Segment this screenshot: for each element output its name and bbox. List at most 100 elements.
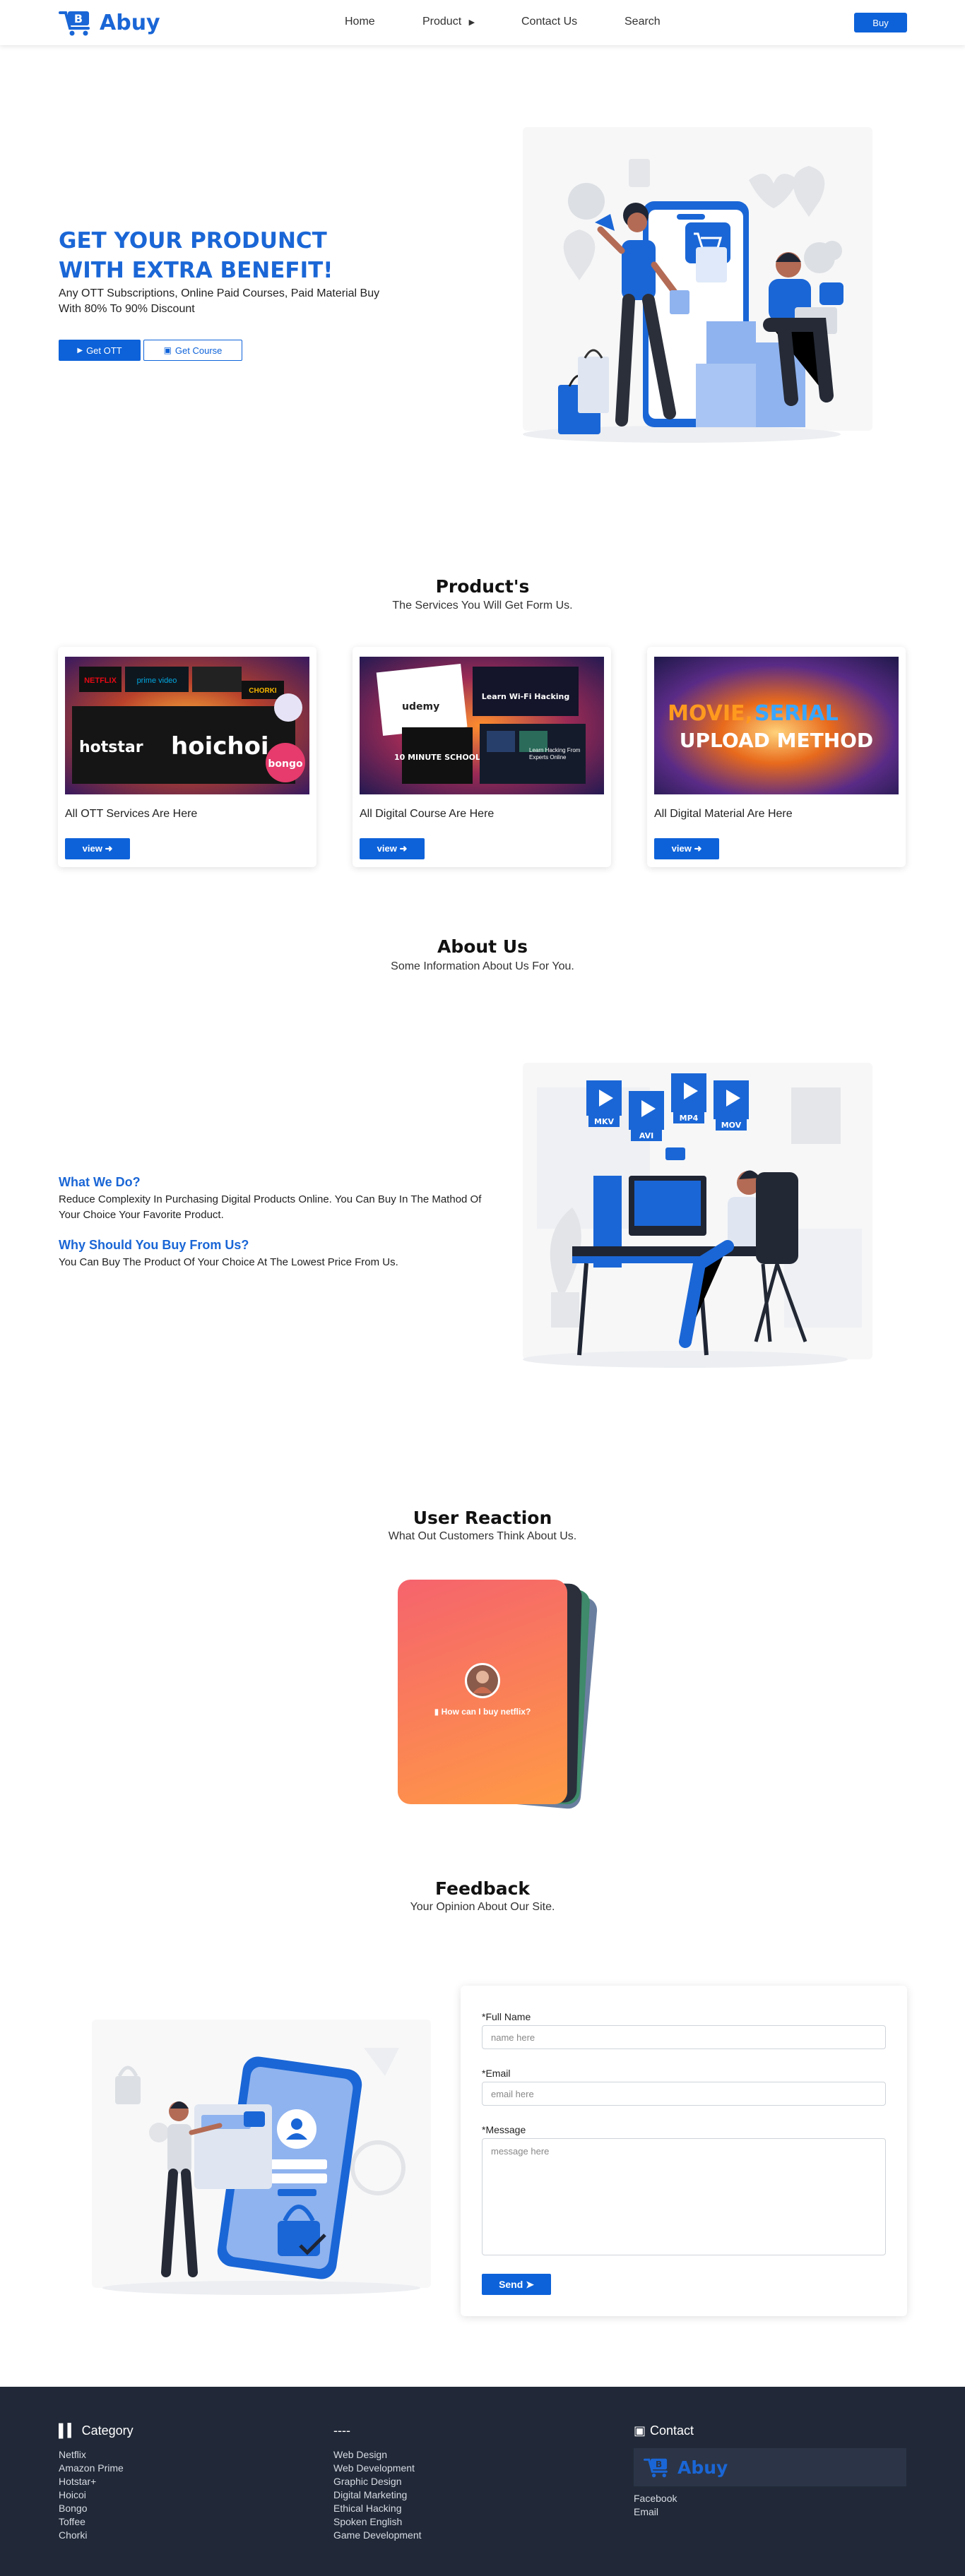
footer-category-title: Category [81,2423,134,2438]
email-input[interactable] [482,2082,886,2106]
cart-logo-icon: B [644,2458,668,2478]
bar-chart-icon: ▌▍ [59,2423,78,2438]
footer-link-ethical-hacking[interactable]: Ethical Hacking [333,2502,422,2515]
nav-product-dropdown[interactable]: Product ▶ [422,16,475,28]
products-subtitle: The Services You Will Get Form Us. [392,600,573,612]
name-label: *Full Name [482,2011,531,2022]
hacking-course-text: Learn Hacking From Experts Online [529,747,581,761]
footer-link-chorki[interactable]: Chorki [59,2529,134,2542]
view-material-label: view [671,843,692,854]
reaction-title: User Reaction [413,1508,552,1528]
arrow-right-icon: ➜ [399,843,408,854]
footer-contact-column: ▣ Contact B Abuy Facebook Email [634,2423,906,2519]
about-question-1: What We Do? [59,1175,141,1189]
footer-link-digital-marketing[interactable]: Digital Marketing [333,2488,422,2502]
chat-icon: ▮ [434,1707,439,1717]
chorki-logo: CHORKI [249,687,277,695]
material-thumbnail: MOVIE, SERIAL UPLOAD METHOD [654,657,899,794]
prime-logo: prime video [137,676,177,685]
footer-link-bongo[interactable]: Bongo [59,2502,134,2515]
hotstar-logo: hotstar [79,739,143,756]
reviewer-avatar [465,1663,500,1698]
get-ott-button[interactable]: ▶ Get OTT [59,340,141,361]
svg-text:B: B [74,12,83,25]
footer-link-amazon-prime[interactable]: Amazon Prime [59,2462,134,2475]
view-material-button[interactable]: view ➜ [654,838,719,859]
footer-link-web-design[interactable]: Web Design [333,2448,422,2462]
footer-contact-title: Contact [650,2423,694,2438]
about-illustration: MKV AVI MP4 MOV [523,1063,872,1368]
nav-home[interactable]: Home [345,16,375,28]
play-icon: ▶ [77,346,83,354]
caret-right-icon: ▶ [468,18,475,27]
footer-link-facebook[interactable]: Facebook [634,2492,906,2505]
nav-search[interactable]: Search [624,16,661,28]
footer: ▌▍ Category Netflix Amazon Prime Hotstar… [0,2387,965,2576]
products-title: Product's [435,576,530,597]
feedback-form: *Full Name *Email *Message Send ➤ [461,1986,907,2316]
tag-avi: AVI [639,1131,653,1140]
footer-link-graphic-design[interactable]: Graphic Design [333,2475,422,2488]
message-textarea[interactable] [482,2138,886,2255]
footer-link-game-development[interactable]: Game Development [333,2529,422,2542]
email-label: *Email [482,2068,511,2079]
card-material-text: All Digital Material Are Here [654,808,793,820]
footer-link-toffee[interactable]: Toffee [59,2515,134,2529]
brand-logo[interactable]: B Abuy [59,8,160,37]
footer-link-email[interactable]: Email [634,2505,906,2519]
card-course-text: All Digital Course Are Here [360,808,495,820]
card-ott-text: All OTT Services Are Here [65,808,198,820]
contact-card-icon: ▣ [634,2423,646,2438]
feedback-subtitle: Your Opinion About Our Site. [410,1901,555,1913]
tag-mp4: MP4 [680,1114,699,1123]
cart-logo-icon: B [59,11,90,36]
feedback-illustration [92,2020,431,2295]
footer-brand-logo: B Abuy [634,2448,906,2486]
reaction-card[interactable]: ▮ How can I buy netflix? [398,1580,567,1804]
about-subtitle: Some Information About Us For You. [391,960,574,972]
view-ott-button[interactable]: view ➜ [65,838,130,859]
footer-link-hoicoi[interactable]: Hoicoi [59,2488,134,2502]
buy-button[interactable]: Buy [854,13,907,32]
full-name-input[interactable] [482,2025,886,2049]
wifi-course-title: Learn Wi-Fi Hacking [482,692,570,701]
material-serial-text: SERIAL [754,701,839,726]
course-icon: ▣ [163,345,172,355]
message-label: *Message [482,2124,526,2135]
navbar: B Abuy Home Product ▶ Contact Us Search … [0,0,965,45]
bongo-logo: bongo [268,758,303,770]
footer-link-hotstar[interactable]: Hotstar+ [59,2475,134,2488]
nav-contact[interactable]: Contact Us [521,16,577,28]
hoichoi-logo: hoichoi [171,732,269,761]
footer-contact-heading: ▣ Contact [634,2423,906,2438]
hero-illustration [523,127,872,443]
nav-product-label: Product [422,16,462,28]
footer-link-web-development[interactable]: Web Development [333,2462,422,2475]
about-title: About Us [437,936,528,957]
footer-category-heading: ▌▍ Category [59,2423,134,2438]
footer-link-spoken-english[interactable]: Spoken English [333,2515,422,2529]
get-course-label: Get Course [174,345,223,356]
footer-services-column: ---- Web Design Web Development Graphic … [333,2423,422,2542]
arrow-right-icon: ➜ [105,843,113,854]
footer-category-column: ▌▍ Category Netflix Amazon Prime Hotstar… [59,2423,134,2542]
paper-plane-icon: ➤ [526,2278,534,2290]
hero-title-line1: GET YOUR PRODUNCT [59,228,327,254]
arrow-right-icon: ➜ [694,843,702,854]
product-card-course: udemy Learn Wi-Fi Hacking 10 MINUTE SCHO… [353,647,611,867]
hero-title: GET YOUR PRODUNCT WITH EXTRA BENEFIT! [59,226,369,285]
tag-mov: MOV [721,1121,742,1130]
view-ott-label: view [82,843,102,854]
feedback-title: Feedback [434,1878,531,1899]
netflix-logo: NETFLIX [84,676,117,685]
footer-brand-name: Abuy [677,2457,728,2478]
footer-link-netflix[interactable]: Netflix [59,2448,134,2462]
get-course-button[interactable]: ▣ Get Course [143,340,242,361]
hero-subtitle: Any OTT Subscriptions, Online Paid Cours… [59,287,380,315]
material-movie-text: MOVIE, [668,701,753,726]
hero-title-line2: WITH EXTRA BENEFIT! [59,258,333,283]
send-button[interactable]: Send ➤ [482,2274,551,2295]
ott-thumbnail: NETFLIX prime video CHORKI hotstar hoich… [65,657,309,794]
school-logo: 10 MINUTE SCHOOL [394,753,480,762]
view-course-button[interactable]: view ➜ [360,838,425,859]
